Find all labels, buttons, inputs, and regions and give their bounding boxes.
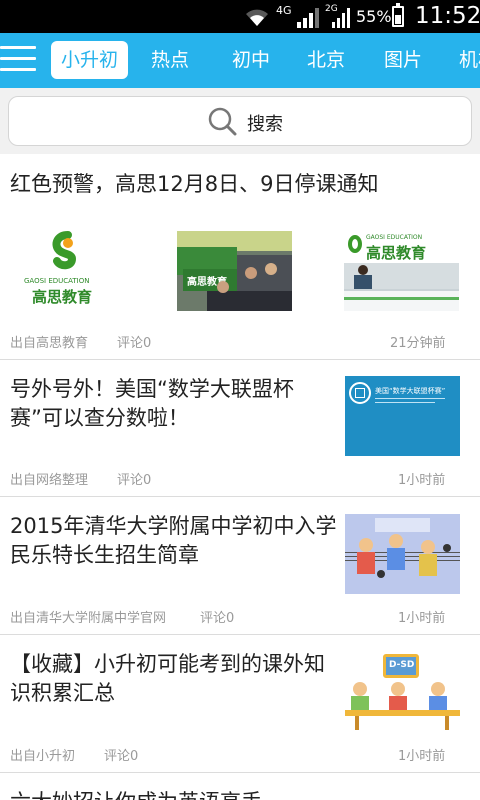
math-league-image[interactable]: 美国“数学大联盟杯赛” (345, 376, 460, 456)
logo-text: GAOSI EDUCATION (24, 277, 90, 285)
tab-images[interactable]: 图片 (384, 41, 422, 79)
news-title[interactable]: 2015年清华大学附属中学初中入学 民乐特长生招生简章 (10, 512, 336, 570)
search-icon (208, 107, 237, 136)
news-time: 1小时前 (398, 611, 446, 626)
status-bar: 4G 2G 55% 11:52 (0, 0, 480, 33)
news-title-line: 【收藏】小升初可能考到的课外知 (10, 652, 325, 676)
signal-strength-icon-2 (332, 8, 350, 28)
tab-institutions[interactable]: 机构 (459, 41, 480, 79)
news-time: 1小时前 (398, 749, 446, 764)
news-source: 出自高思教育 (10, 336, 89, 351)
divider (0, 634, 480, 635)
tab-xiaoshengchu[interactable]: 小升初 (51, 41, 128, 79)
news-source: 出自清华大学附属中学官网 (10, 611, 167, 626)
school-crowd-photo[interactable]: 高思教育 (177, 231, 292, 311)
battery-percent: 55% (356, 7, 392, 26)
comment-count[interactable]: 评论0 (104, 745, 138, 764)
news-time: 21分钟前 (390, 336, 446, 351)
logo-text: GAOSI EDUCATION (366, 234, 423, 241)
comment-count[interactable]: 评论0 (200, 607, 234, 626)
search-label: 搜索 (247, 114, 283, 135)
news-title[interactable]: 六大妙招让你成为英语高手 (10, 788, 262, 800)
logo-name: 高思教育 (32, 288, 93, 306)
comment-count[interactable]: 评论0 (117, 469, 151, 488)
wifi-icon (246, 9, 268, 26)
study-illustration-image[interactable]: D-SD (345, 652, 460, 732)
category-nav-bar: 小升初 热点 初中 北京 图片 机构 (0, 33, 480, 88)
news-title-line: 号外号外！美国“数学大联盟杯 (10, 377, 294, 401)
search-input[interactable]: 搜索 (8, 96, 472, 146)
news-title-line: 赛”可以查分数啦！ (10, 406, 189, 430)
tab-junior-high[interactable]: 初中 (232, 41, 270, 79)
reception-desk-photo[interactable]: GAOSI EDUCATION 高思教育 (344, 231, 459, 311)
menu-icon[interactable] (0, 42, 38, 78)
news-title-line: 民乐特长生招生简章 (10, 543, 199, 567)
clock: 11:52 (415, 3, 480, 29)
tab-hot[interactable]: 热点 (151, 41, 189, 79)
news-title-line: 2015年清华大学附属中学初中入学 (10, 514, 337, 538)
news-source: 出自网络整理 (10, 473, 89, 488)
music-illustration-image[interactable] (345, 514, 460, 594)
comment-count[interactable]: 评论0 (117, 332, 151, 351)
news-source: 出自小升初 (10, 749, 76, 764)
news-title[interactable]: 号外号外！美国“数学大联盟杯 赛”可以查分数啦！ (10, 375, 294, 433)
news-title-line: 识积累汇总 (10, 681, 115, 705)
divider (0, 496, 480, 497)
news-time: 1小时前 (398, 473, 446, 488)
divider (0, 359, 480, 360)
search-area: 搜索 (0, 88, 480, 154)
divider (0, 772, 480, 773)
news-title[interactable]: 【收藏】小升初可能考到的课外知 识积累汇总 (10, 650, 325, 708)
gaosi-logo-image[interactable]: GAOSI EDUCATION 高思教育 (10, 231, 125, 311)
signal-strength-icon (297, 8, 319, 28)
battery-icon (392, 3, 404, 27)
logo-name: 高思教育 (366, 244, 427, 262)
news-title[interactable]: 红色预警，高思12月8日、9日停课通知 (10, 170, 378, 199)
image-caption: 美国“数学大联盟杯赛” (375, 387, 446, 395)
tab-beijing[interactable]: 北京 (307, 41, 345, 79)
network-type-label: 4G (276, 4, 292, 17)
